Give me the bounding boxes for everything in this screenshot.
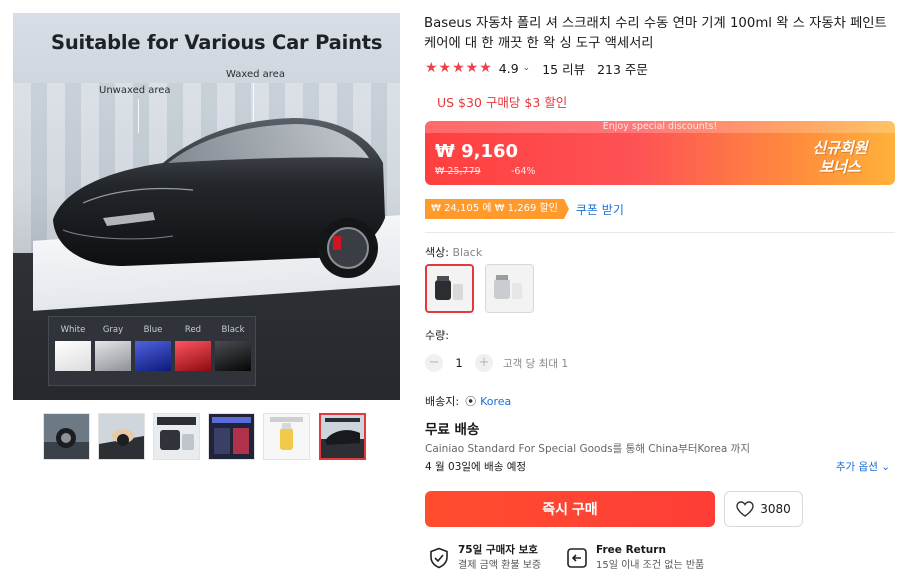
variant-white-image [486,265,533,312]
quantity-stepper: − 1 + 고객 당 최대 1 [425,353,568,373]
car-illustration [53,118,385,278]
swatch-chip [215,341,251,371]
swatch-chip [135,341,171,371]
thumbnail-4[interactable] [208,413,255,460]
more-shipping-options-link[interactable]: 추가 옵션 ⌄ [836,459,890,474]
free-return: Free Return 15일 이내 조건 없는 반품 [566,543,704,573]
swatch-label: White [60,325,86,335]
discount-percent: -64% [511,166,536,177]
waxed-label: Waxed area [226,69,285,80]
guarantee-subtitle: 15일 이내 조건 없는 반품 [596,560,705,571]
swatch-label: Blue [143,325,163,335]
quantity-minus-button[interactable]: − [425,354,443,372]
return-arrow-icon [567,548,587,568]
swatch-chip [55,341,91,371]
swatch-label: Red [184,325,202,335]
get-coupon-link[interactable]: 쿠폰 받기 [576,201,624,218]
delivery-date: 4 월 03일에 배송 예정 [425,461,527,473]
review-count-link[interactable]: 15 리뷰 [542,59,585,78]
chevron-down-icon[interactable]: ⌄ [523,63,531,73]
swatch-gray: Gray [95,325,131,371]
divider [425,232,895,233]
thumbnail-3[interactable] [153,413,200,460]
coupon-chip: ₩ 24,105 에 ₩ 1,269 할인 [425,199,569,219]
variant-black-image [427,266,472,311]
swatch-black: Black [215,325,251,371]
thumbnail-6[interactable] [319,413,366,460]
main-product-image[interactable]: Suitable for Various Car Paints Unwaxed … [13,13,400,400]
quantity-label: 수량: [425,329,449,342]
guarantee-title: Free Return [596,544,666,556]
buy-now-button[interactable]: 즉시 구매 [425,491,715,527]
swatch-white: White [55,325,91,371]
heart-icon [736,501,754,517]
swatch-red: Red [175,325,211,371]
buyer-protection: 75일 구매자 보호 결제 금액 환불 보증 [428,543,541,573]
thumbnail-features-image [209,414,254,459]
thumbnail-kit-image [154,414,199,459]
swatch-label: Gray [102,325,124,335]
thumbnail-1[interactable] [43,413,90,460]
selected-color-value: Black [452,246,483,259]
thumbnail-bottle-image [264,414,309,459]
thumbnail-2[interactable] [98,413,145,460]
new-user-line-2: 보너스 [819,158,861,176]
rating-value[interactable]: 4.9 [499,61,519,76]
original-price: ₩ 25,779 [435,166,481,177]
variant-option-white[interactable] [485,264,534,313]
shipping-method: Cainiao Standard For Special Goods를 통해 C… [425,443,750,455]
guarantee-title: 75일 구매자 보호 [458,544,538,556]
thumbnail-car-paints-image [321,415,364,458]
ship-to-country-link[interactable]: Korea [480,395,511,408]
thumbnail-5[interactable] [263,413,310,460]
quantity-plus-button[interactable]: + [475,354,493,372]
promo-title: Suitable for Various Car Paints [51,31,383,54]
swatch-chip [175,341,211,371]
thumbnail-polisher-image [44,414,89,459]
store-discount-text[interactable]: US $30 구매당 $3 할인 [437,92,567,111]
thumbnail-hand-polish-image [99,414,144,459]
product-title: Baseus 자동차 폴리 셔 스크래치 수리 수동 연마 기계 100ml 왁… [424,16,887,51]
rating-stars: ★★★★★ [425,60,493,76]
ship-to-row: 배송지: ⦿ Korea [425,393,511,409]
rating-row: ★★★★★ 4.9 ⌄ 15 리뷰 213 주문 [425,59,648,77]
swatch-chip [95,341,131,371]
coupon-row: ₩ 24,105 에 ₩ 1,269 할인 쿠폰 받기 [425,199,624,219]
banner-top-text: Enjoy special discounts! [425,121,895,133]
new-user-bonus-badge[interactable]: 신규회원 보너스 [805,139,875,177]
wishlist-button[interactable]: 3080 [724,491,803,527]
location-pin-icon: ⦿ [465,395,477,408]
guarantee-subtitle: 결제 금액 환불 보증 [458,560,542,571]
quantity-value[interactable]: 1 [443,356,475,370]
price-banner: Enjoy special discounts! ₩ 9,160 ₩ 25,77… [425,121,895,185]
new-user-line-1: 신규회원 [812,139,868,157]
quantity-limit-text: 고객 당 최대 1 [503,357,568,370]
order-count: 213 주문 [597,61,648,77]
color-swatch-panel: White Gray Blue Red Black [48,316,256,386]
color-label-text: 색상: [425,246,453,259]
ship-to-label: 배송지: [425,395,460,408]
color-label: 색상: Black [425,244,482,260]
variant-option-black[interactable] [425,264,474,313]
swatch-label: Black [221,325,245,335]
swatch-blue: Blue [135,325,171,371]
shield-check-icon [430,547,448,569]
current-price: ₩ 9,160 [435,141,519,162]
free-shipping-title: 무료 배송 [425,422,480,438]
wishlist-count: 3080 [760,502,791,516]
unwaxed-label: Unwaxed area [99,85,171,96]
